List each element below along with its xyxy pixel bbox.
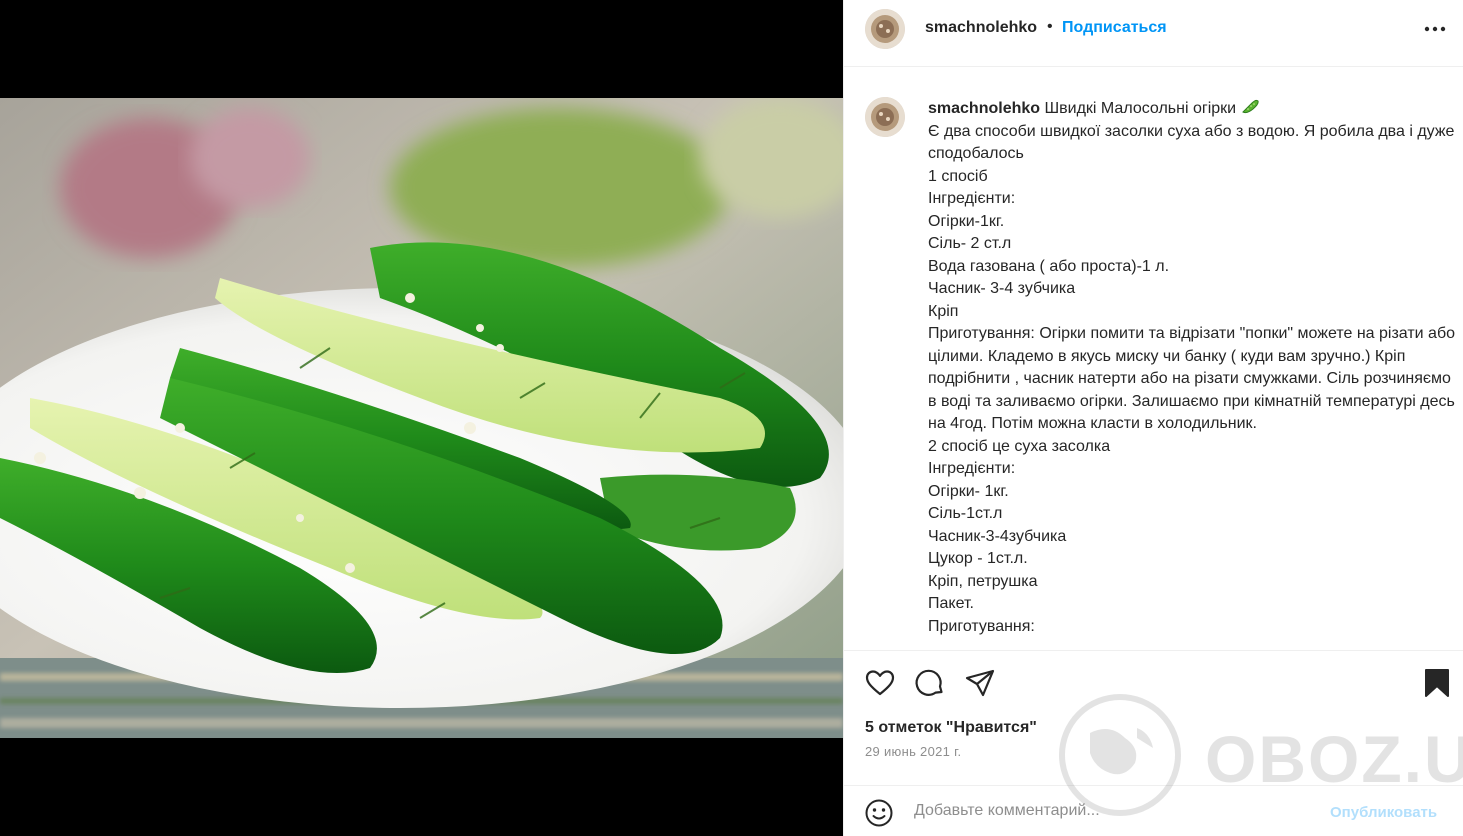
caption-username[interactable]: smachnolehko xyxy=(928,100,1040,117)
post-caption: smachnolehko Швидкі Малосольні огірки Є … xyxy=(928,98,1458,638)
caption-line: Пакет. xyxy=(928,595,974,612)
caption-line: Сіль-1ст.л xyxy=(928,505,1003,522)
caption-line: Інгредієнти: xyxy=(928,190,1016,207)
post-media[interactable] xyxy=(0,0,843,836)
caption-line: Огірки- 1кг. xyxy=(928,482,1009,500)
caption-area[interactable]: smachnolehko Швидкі Малосольні огірки Є … xyxy=(844,67,1463,650)
likes-count[interactable]: 5 отметок "Нравится" xyxy=(865,719,1037,737)
publish-button[interactable]: Опубликовать xyxy=(1330,804,1437,821)
caption-line: Часник- 3-4 зубчика xyxy=(928,280,1076,297)
bookmark-icon[interactable] xyxy=(1421,667,1453,699)
emoji-icon[interactable] xyxy=(864,798,894,828)
caption-line: 2 спосіб це суха засолка xyxy=(928,437,1111,455)
caption-line: Кріп xyxy=(928,302,959,320)
caption-line: Вода газована ( або проста)-1 л. xyxy=(928,257,1170,275)
heart-icon[interactable] xyxy=(864,667,896,699)
post-actions xyxy=(844,650,1463,710)
caption-line: Приготування: Огірки помити та відрізати… xyxy=(928,325,1460,432)
caption-title: Швидкі Малосольні огірки xyxy=(1044,100,1237,117)
more-horizontal-icon[interactable] xyxy=(1417,14,1453,44)
post-date[interactable]: 29 июнь 2021 г. xyxy=(865,744,961,759)
caption-line: Приготування: xyxy=(928,617,1035,635)
caption-line: Інгредієнти: xyxy=(928,460,1016,477)
post-photo-pickled-cucumbers xyxy=(0,98,843,738)
caption-line: 1 спосіб xyxy=(928,167,988,185)
comment-input[interactable] xyxy=(914,802,1314,820)
caption-first-line: smachnolehko Швидкі Малосольні огірки xyxy=(928,98,1458,121)
separator-dot: • xyxy=(1047,18,1053,35)
caption-line: Часник-3-4зубчика xyxy=(928,527,1067,545)
post-header: smachnolehko • Подписаться xyxy=(844,0,1463,67)
follow-button[interactable]: Подписаться xyxy=(1062,19,1167,37)
share-icon[interactable] xyxy=(964,667,996,699)
caption-line: Є два способи швидкої засолки суха або з… xyxy=(928,122,1459,163)
caption-line: Цукор - 1ст.л. xyxy=(928,550,1028,567)
post-side-panel: smachnolehko • Подписаться smachnolehko … xyxy=(843,0,1463,836)
username-link[interactable]: smachnolehko xyxy=(925,19,1037,37)
comment-bar: Опубликовать xyxy=(844,785,1463,836)
caption-line: Кріп, петрушка xyxy=(928,572,1038,590)
caption-line: Огірки-1кг. xyxy=(928,212,1005,230)
caption-line: Сіль- 2 ст.л xyxy=(928,235,1012,252)
avatar[interactable] xyxy=(865,97,905,137)
avatar[interactable] xyxy=(865,9,905,49)
comment-icon[interactable] xyxy=(914,667,946,699)
cucumber-emoji xyxy=(1241,99,1261,117)
